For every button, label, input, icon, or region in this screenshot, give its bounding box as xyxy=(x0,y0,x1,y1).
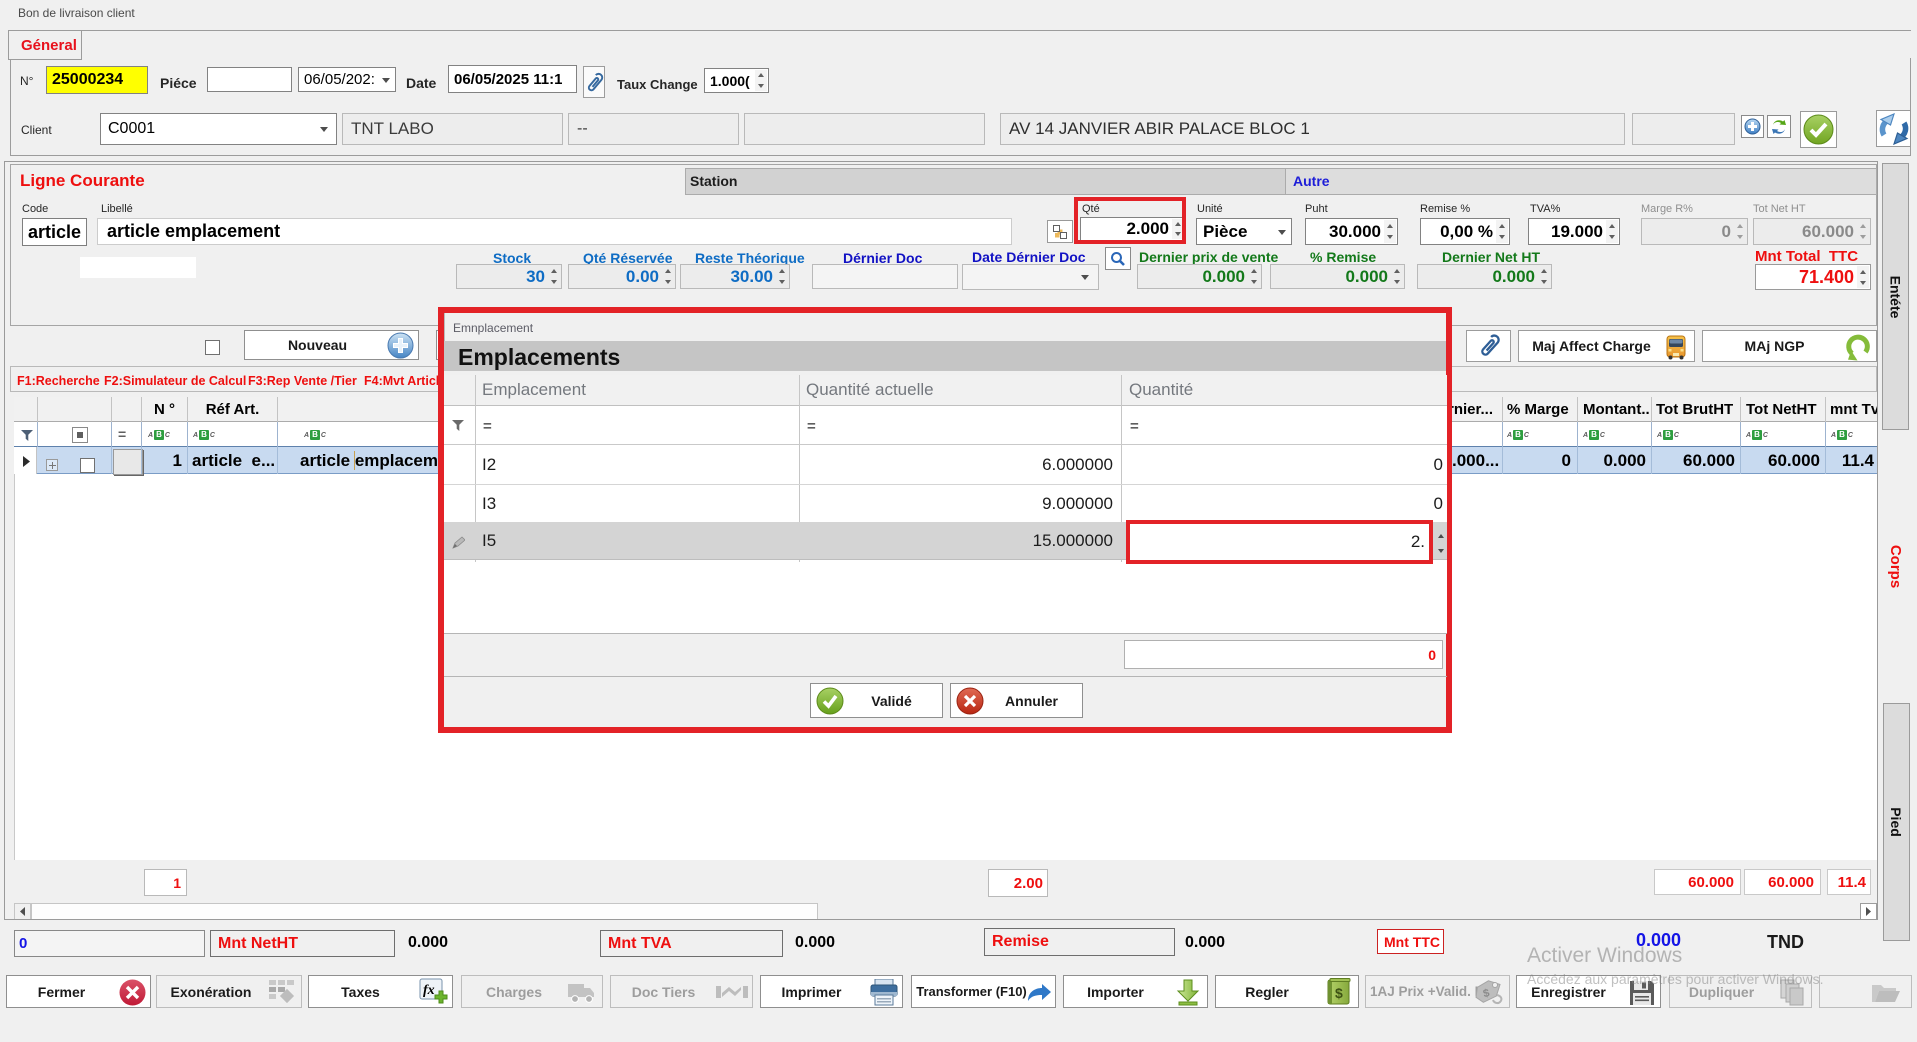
svg-text:$: $ xyxy=(1335,985,1343,1001)
svg-text:fx: fx xyxy=(423,983,435,998)
